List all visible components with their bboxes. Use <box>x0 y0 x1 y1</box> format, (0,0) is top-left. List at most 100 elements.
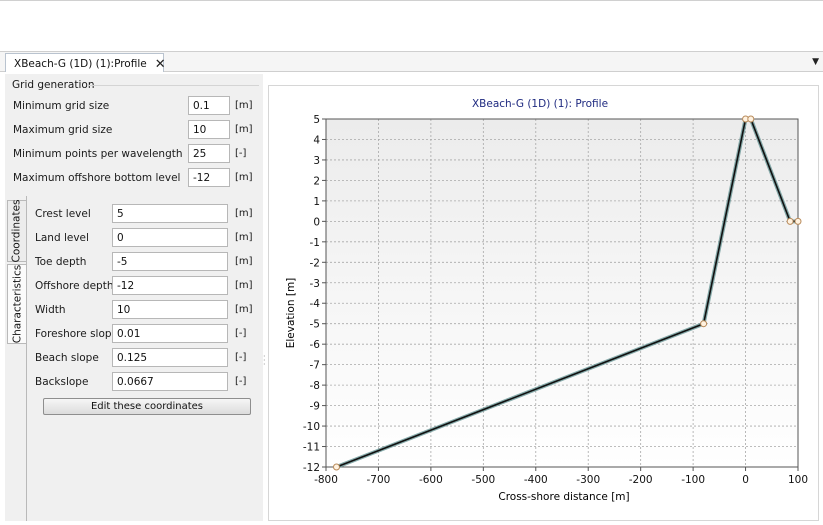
y-axis-label: Elevation [m] <box>285 278 297 349</box>
close-icon[interactable]: ✕ <box>155 58 166 71</box>
field-label: Backslope <box>35 376 89 388</box>
land-level-input[interactable] <box>112 228 228 247</box>
max-offshore-bottom-level-input[interactable] <box>188 168 230 187</box>
x-tick-label: -100 <box>681 474 705 486</box>
profile-editor-panel: Grid generation Minimum grid size [m] Ma… <box>0 72 823 525</box>
field-row-foreshore-slope: Foreshore slope <box>35 324 118 344</box>
x-axis-label: Cross-shore distance [m] <box>498 491 629 503</box>
field-row-crest-level: Crest level <box>35 204 91 224</box>
field-label: Toe depth <box>35 256 87 268</box>
profile-point-marker <box>700 320 708 328</box>
y-tick-label: 1 <box>313 196 320 208</box>
x-tick-label: -500 <box>471 474 495 486</box>
backslope-input[interactable] <box>112 372 228 391</box>
field-row-land-level: Land level <box>35 228 89 248</box>
panel-splitter[interactable]: · · · <box>263 353 267 369</box>
x-tick-label: -800 <box>314 474 338 486</box>
crest-level-input[interactable] <box>112 204 228 223</box>
y-tick-label: -10 <box>303 421 320 433</box>
field-unit: [-] <box>235 328 247 339</box>
min-points-per-wavelength-input[interactable] <box>188 144 230 163</box>
field-unit: [-] <box>235 376 247 387</box>
edit-coordinates-button[interactable]: Edit these coordinates <box>43 398 251 415</box>
field-unit: [-] <box>235 352 247 363</box>
tab-characteristics-label: Characteristics <box>11 264 24 344</box>
y-tick-label: 2 <box>313 175 320 187</box>
x-tick-label: 100 <box>788 474 808 486</box>
field-row-beach-slope: Beach slope <box>35 348 99 368</box>
field-row-offshore-depth: Offshore depth <box>35 276 114 296</box>
chevron-down-icon[interactable]: ▼ <box>812 57 819 67</box>
field-label: Foreshore slope <box>35 328 119 340</box>
grid-generation-title: Grid generation <box>12 79 95 91</box>
y-tick-label: -6 <box>310 339 321 351</box>
group-divider <box>87 85 259 86</box>
x-tick-label: 0 <box>742 474 749 486</box>
field-unit: [-] <box>235 148 247 159</box>
y-tick-label: -9 <box>310 401 320 413</box>
y-tick-label: 3 <box>313 155 320 167</box>
field-unit: [m] <box>235 172 253 183</box>
field-row-toe-depth: Toe depth <box>35 252 86 272</box>
field-label: Land level <box>35 232 89 244</box>
field-unit: [m] <box>235 280 253 291</box>
profile-point-marker <box>786 217 794 225</box>
field-unit: [m] <box>235 304 253 315</box>
x-tick-label: -600 <box>419 474 443 486</box>
y-tick-label: -3 <box>310 278 320 290</box>
profile-point-marker <box>747 115 755 123</box>
profile-point-marker <box>332 463 340 471</box>
x-tick-label: -700 <box>367 474 391 486</box>
field-label: Beach slope <box>35 352 99 364</box>
x-tick-label: -300 <box>576 474 600 486</box>
field-unit: [m] <box>235 124 253 135</box>
document-tab-bar: XBeach-G (1D) (1):Profile ✕ ▼ <box>0 51 823 74</box>
width-input[interactable] <box>112 300 228 319</box>
profile-point-marker <box>794 217 802 225</box>
x-tick-label: -200 <box>629 474 653 486</box>
x-tick-label: -400 <box>524 474 548 486</box>
beach-slope-input[interactable] <box>112 348 228 367</box>
field-label: Minimum grid size <box>13 100 110 112</box>
offshore-depth-input[interactable] <box>112 276 228 295</box>
field-label: Minimum points per wavelength <box>13 148 183 160</box>
y-tick-label: 4 <box>313 134 320 146</box>
tab-title: XBeach-G (1D) (1):Profile <box>14 58 147 70</box>
field-label: Width <box>35 304 66 316</box>
field-row-max-offshore-bottom-level: Maximum offshore bottom level <box>13 168 180 188</box>
field-label: Offshore depth <box>35 280 114 292</box>
y-tick-label: 0 <box>313 216 320 228</box>
field-row-min-grid-size: Minimum grid size <box>13 96 109 116</box>
field-row-backslope: Backslope <box>35 372 88 392</box>
tab-coordinates-label: Coordinates <box>11 199 23 263</box>
y-tick-label: -11 <box>303 442 320 454</box>
profile-chart-panel: XBeach-G (1D) (1): Profile -800 -700 -600-… <box>268 85 819 521</box>
tab-characteristics[interactable]: Characteristics <box>7 264 26 344</box>
field-unit: [m] <box>235 232 253 243</box>
y-tick-label: -2 <box>310 257 320 269</box>
min-grid-size-input[interactable] <box>188 96 230 115</box>
field-row-max-grid-size: Maximum grid size <box>13 120 112 140</box>
characteristics-panel: Crest level [m] Land level [m] Toe depth… <box>28 196 263 521</box>
y-tick-label: -12 <box>303 462 320 474</box>
y-tick-label: 5 <box>313 114 320 126</box>
field-row-width: Width <box>35 300 66 320</box>
y-tick-label: -5 <box>310 319 320 331</box>
settings-panel: Grid generation Minimum grid size [m] Ma… <box>5 74 263 521</box>
toe-depth-input[interactable] <box>112 252 228 271</box>
y-tick-label: -8 <box>310 380 320 392</box>
side-tab-strip: Coordinates Characteristics <box>5 196 27 521</box>
tab-profile[interactable]: XBeach-G (1D) (1):Profile ✕ <box>5 53 166 74</box>
profile-chart: XBeach-G (1D) (1): Profile -800 -700 -600-… <box>285 98 808 503</box>
chart-title: XBeach-G (1D) (1): Profile <box>472 98 608 110</box>
field-unit: [m] <box>235 100 253 111</box>
plot-area <box>326 119 798 467</box>
field-label: Maximum grid size <box>13 124 113 136</box>
foreshore-slope-input[interactable] <box>112 324 228 343</box>
tab-coordinates[interactable]: Coordinates <box>7 199 26 263</box>
field-row-min-points-per-wavelength: Minimum points per wavelength <box>13 144 183 164</box>
max-grid-size-input[interactable] <box>188 120 230 139</box>
y-tick-label: -7 <box>310 360 320 372</box>
field-label: Maximum offshore bottom level <box>13 172 181 184</box>
field-unit: [m] <box>235 208 253 219</box>
